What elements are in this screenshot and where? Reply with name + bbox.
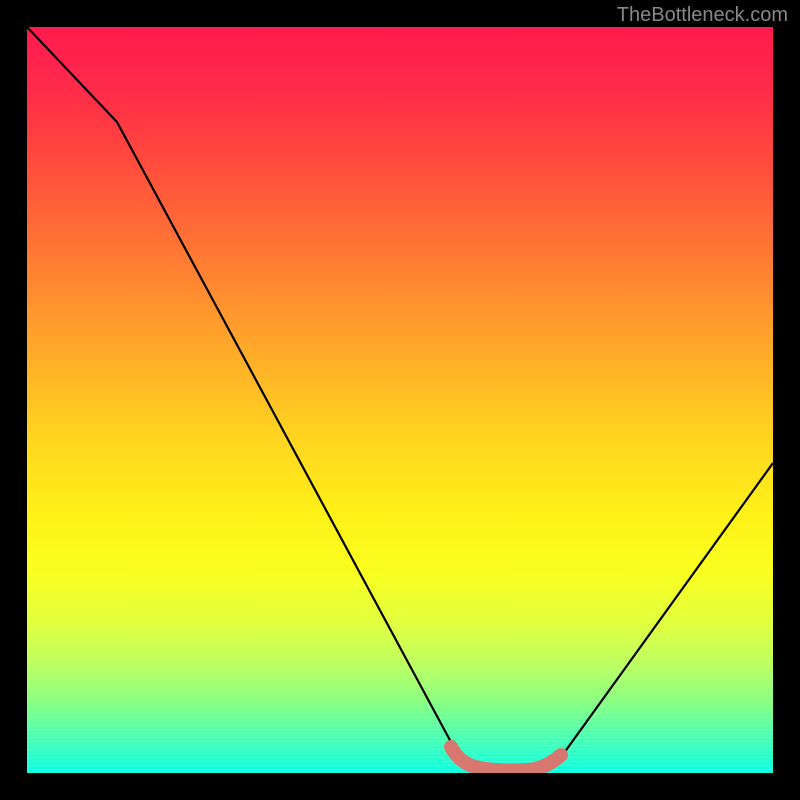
highlight-marker <box>451 747 561 771</box>
plot-area <box>27 27 773 773</box>
bottleneck-curve-line <box>27 27 773 769</box>
chart-svg <box>27 27 773 773</box>
watermark-text: TheBottleneck.com <box>617 4 788 27</box>
